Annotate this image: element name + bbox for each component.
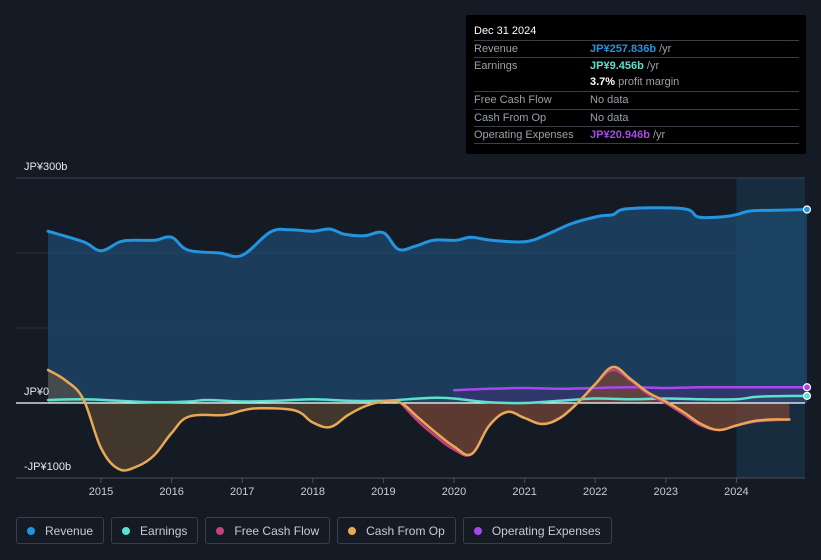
y-axis-label: JP¥300b bbox=[24, 161, 67, 173]
tooltip-row: 3.7% profit margin bbox=[474, 74, 799, 91]
legend-dot-icon bbox=[27, 526, 35, 535]
x-tick-label: 2024 bbox=[724, 486, 748, 498]
y-axis-label: JP¥0 bbox=[24, 386, 49, 398]
tooltip-row: Cash From Op No data bbox=[474, 109, 799, 127]
legend-label: Operating Expenses bbox=[491, 523, 601, 538]
earnings-end-marker[interactable] bbox=[802, 391, 812, 400]
tooltip-row-label: Revenue bbox=[474, 43, 519, 55]
legend-item-operating-expenses[interactable]: Operating Expenses bbox=[462, 517, 612, 544]
tooltip-row-value: No data bbox=[590, 94, 629, 106]
legend-item-cash-from-op[interactable]: Cash From Op bbox=[337, 517, 456, 544]
legend-item-revenue[interactable]: Revenue bbox=[16, 517, 105, 544]
x-tick-label: 2020 bbox=[442, 486, 466, 498]
tooltip-date: Dec 31 2024 bbox=[474, 25, 537, 37]
tooltip-row-value: No data bbox=[590, 112, 629, 124]
operating-expenses-end-marker[interactable] bbox=[802, 383, 812, 392]
tooltip-row-value: 3.7% profit margin bbox=[590, 76, 680, 88]
legend: Revenue Earnings Free Cash Flow Cash From O… bbox=[16, 517, 612, 544]
x-tick-label: 2021 bbox=[512, 486, 536, 498]
legend-dot-icon bbox=[348, 526, 357, 535]
y-axis-label: -JP¥100b bbox=[24, 461, 71, 473]
tooltip-row-label: Operating Expenses bbox=[474, 129, 574, 141]
tooltip-row-label: Cash From Op bbox=[474, 112, 547, 124]
x-tick-label: 2016 bbox=[159, 486, 183, 498]
legend-dot-icon bbox=[473, 526, 482, 535]
x-tick-label: 2022 bbox=[583, 486, 607, 498]
x-tick-label: 2015 bbox=[89, 486, 113, 498]
tooltip-row-value: JP¥9.456b /yr bbox=[590, 60, 660, 72]
revenue-end-marker[interactable] bbox=[802, 205, 812, 214]
legend-label: Revenue bbox=[45, 523, 94, 538]
legend-label: Cash From Op bbox=[366, 523, 445, 538]
legend-label: Earnings bbox=[140, 523, 188, 538]
tooltip-row-label: Earnings bbox=[474, 60, 518, 72]
legend-label: Free Cash Flow bbox=[234, 523, 320, 538]
x-tick-label: 2023 bbox=[654, 486, 678, 498]
legend-dot-icon bbox=[216, 526, 225, 535]
tooltip-row: Earnings JP¥9.456b /yr bbox=[474, 57, 799, 75]
tooltip-row: Revenue JP¥257.836b /yr bbox=[474, 40, 799, 58]
x-tick-label: 2017 bbox=[230, 486, 254, 498]
x-axis-ticks: 2015 2016 2017 2018 2019 2020 2021 2022 2023 2024 bbox=[89, 478, 749, 498]
legend-dot-icon bbox=[122, 526, 131, 535]
legend-item-earnings[interactable]: Earnings bbox=[111, 517, 199, 544]
tooltip-row-value: JP¥257.836b /yr bbox=[590, 43, 672, 55]
x-tick-label: 2019 bbox=[371, 486, 395, 498]
x-tick-label: 2018 bbox=[301, 486, 325, 498]
tooltip-row: Free Cash Flow No data bbox=[474, 91, 799, 109]
tooltip-row-label: Free Cash Flow bbox=[474, 94, 552, 106]
tooltip-divider bbox=[474, 143, 799, 144]
tooltip-row: Operating Expenses JP¥20.946b /yr bbox=[474, 126, 799, 144]
tooltip-row-value: JP¥20.946b /yr bbox=[590, 129, 666, 141]
tooltip-panel: Dec 31 2024 Revenue JP¥257.836b /yr Earnin… bbox=[466, 15, 806, 154]
legend-item-free-cash-flow[interactable]: Free Cash Flow bbox=[205, 517, 331, 544]
